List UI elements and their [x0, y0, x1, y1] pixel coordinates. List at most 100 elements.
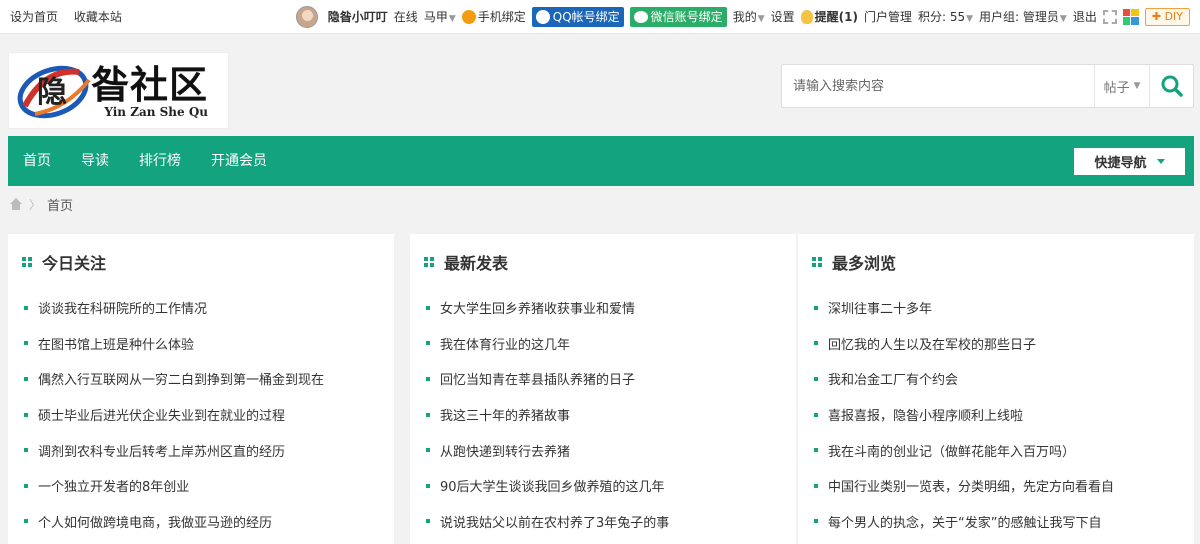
article-link[interactable]: 喜报喜报，隐昝小程序顺利上线啦 [828, 405, 1023, 424]
mine-menu[interactable]: 我的▼ [733, 8, 765, 25]
nav-item-guide[interactable]: 导读 [66, 136, 124, 186]
search-button[interactable] [1149, 65, 1193, 107]
logout-link[interactable]: 退出 [1073, 8, 1097, 25]
site-logo[interactable]: 隐 昝社区 Yin Zan She Qu [8, 52, 229, 129]
points-label: 积分: 55 [917, 10, 966, 24]
panel-most-viewed: 最多浏览 深圳往事二十多年 回忆我的人生以及在军校的那些日子 我和冶金工厂有个约… [798, 234, 1194, 544]
list-item[interactable]: 回忆我的人生以及在军校的那些日子 [814, 326, 1194, 362]
logo-en: Yin Zan She Qu [104, 104, 209, 119]
breadcrumb-current[interactable]: 首页 [47, 195, 73, 214]
search-scope-select[interactable]: 帖子 ▼ [1094, 65, 1149, 107]
wechat-bind-button[interactable]: 微信账号绑定 [629, 6, 727, 27]
set-homepage-link[interactable]: 设为首页 [10, 10, 58, 24]
nav-item-ranking[interactable]: 排行榜 [124, 136, 196, 186]
chevron-down-icon: ▼ [448, 14, 456, 24]
panel-today-focus: 今日关注 谈谈我在科研院所的工作情况 在图书馆上班是种什么体验 偶然入行互联网从… [8, 234, 394, 544]
list-item[interactable]: 偶然入行互联网从一穷二白到挣到第一桶金到现在 [24, 361, 394, 397]
list-item[interactable]: 硕士毕业后进光伏企业失业到在就业的过程 [24, 397, 394, 433]
panel-header: 今日关注 [8, 234, 394, 290]
article-link[interactable]: 我在斗南的创业记（做鲜花能年入百万吗） [828, 441, 1075, 460]
article-link[interactable]: 调剂到农科专业后转考上岸苏州区直的经历 [38, 441, 285, 460]
home-icon[interactable] [9, 198, 23, 210]
article-link[interactable]: 我和冶金工厂有个约会 [828, 369, 958, 388]
majia-label: 马甲 [423, 10, 448, 24]
list-item[interactable]: 我和冶金工厂有个约会 [814, 361, 1194, 397]
list-item[interactable]: 调剂到农科专业后转考上岸苏州区直的经历 [24, 432, 394, 468]
list-item[interactable]: 我在斗南的创业记（做鲜花能年入百万吗） [814, 432, 1194, 468]
phone-icon [461, 10, 476, 24]
fullscreen-icon[interactable] [1102, 9, 1117, 24]
usergroup-label: 用户组: 管理员 [979, 10, 1059, 24]
article-link[interactable]: 个人如何做跨境电商，我做亚马逊的经历 [38, 512, 272, 531]
portal-admin-link[interactable]: 门户管理 [864, 8, 912, 25]
article-link[interactable]: 我在体育行业的这几年 [440, 334, 570, 353]
article-link[interactable]: 从跑快递到转行去养猪 [440, 441, 570, 460]
article-link[interactable]: 90后大学生谈谈我回乡做养殖的这几年 [440, 476, 665, 495]
online-status[interactable]: 在线 [394, 8, 418, 25]
remind-link[interactable]: 提醒(1) [800, 8, 858, 25]
panel-title: 今日关注 [42, 254, 107, 273]
article-link[interactable]: 说说我姑父以前在农村养了3年兔子的事 [440, 512, 669, 531]
search-input[interactable] [782, 65, 1094, 107]
diy-label: DIY [1164, 9, 1183, 23]
theme-color-icon[interactable] [1122, 8, 1139, 25]
list-item[interactable]: 女大学生回乡养猪收获事业和爱情 [426, 290, 796, 326]
list-item[interactable]: 我在体育行业的这几年 [426, 326, 796, 362]
list-item[interactable]: 喜报喜报，隐昝小程序顺利上线啦 [814, 397, 1194, 433]
list-item[interactable]: 谈谈我在科研院所的工作情况 [24, 290, 394, 326]
bookmark-link[interactable]: 收藏本站 [74, 10, 122, 24]
list-item[interactable]: 个人如何做跨境电商，我做亚马逊的经历 [24, 504, 394, 540]
article-link[interactable]: 回忆当知青在莘县插队养猪的日子 [440, 369, 635, 388]
article-link[interactable]: 深圳往事二十多年 [828, 298, 932, 317]
article-link[interactable]: 硕士毕业后进光伏企业失业到在就业的过程 [38, 405, 285, 424]
list-item[interactable]: 每个男人的执念，关于“发家”的感触让我写下自 [814, 504, 1194, 540]
article-link[interactable]: 谈谈我在科研院所的工作情况 [38, 298, 207, 317]
diy-button[interactable]: ✚ DIY [1144, 7, 1190, 26]
mine-label: 我的 [732, 10, 757, 24]
article-link[interactable]: 一个独立开发者的8年创业 [38, 476, 189, 495]
list-item[interactable]: 我这三十年的养猪故事 [426, 397, 796, 433]
points-menu[interactable]: 积分: 55▼ [918, 8, 973, 25]
search-icon [1161, 75, 1183, 97]
panel-latest-posts: 最新发表 女大学生回乡养猪收获事业和爱情 我在体育行业的这几年 回忆当知青在莘县… [410, 234, 796, 544]
article-link[interactable]: 在图书馆上班是种什么体验 [38, 334, 194, 353]
article-link[interactable]: 偶然入行互联网从一穷二白到挣到第一桶金到现在 [38, 369, 324, 388]
article-list: 谈谈我在科研院所的工作情况 在图书馆上班是种什么体验 偶然入行互联网从一穷二白到… [8, 290, 394, 539]
chevron-down-icon: ▼ [1130, 81, 1141, 91]
list-item[interactable]: 深圳往事二十多年 [814, 290, 1194, 326]
quick-nav-button[interactable]: 快捷导航 [1074, 147, 1185, 175]
list-item[interactable]: 回忆当知青在莘县插队养猪的日子 [426, 361, 796, 397]
list-item[interactable]: 说说我姑父以前在农村养了3年兔子的事 [426, 504, 796, 540]
article-link[interactable]: 回忆我的人生以及在军校的那些日子 [828, 334, 1036, 353]
quick-nav-label: 快捷导航 [1094, 155, 1147, 171]
nav-item-membership[interactable]: 开通会员 [196, 136, 282, 186]
article-link[interactable]: 中国行业类别一览表，分类明细，先定方向看看自 [828, 476, 1114, 495]
bulb-icon [800, 10, 813, 24]
list-item[interactable]: 90后大学生谈谈我回乡做养殖的这几年 [426, 468, 796, 504]
wechat-bind-label: 微信账号绑定 [650, 10, 723, 24]
list-item[interactable]: 从跑快递到转行去养猪 [426, 432, 796, 468]
breadcrumb-separator: 〉 [29, 197, 42, 212]
list-item[interactable]: 中国行业类别一览表，分类明细，先定方向看看自 [814, 468, 1194, 504]
majia-menu[interactable]: 马甲▼ [424, 8, 456, 25]
usergroup-menu[interactable]: 用户组: 管理员▼ [979, 8, 1067, 25]
article-list: 女大学生回乡养猪收获事业和爱情 我在体育行业的这几年 回忆当知青在莘县插队养猪的… [410, 290, 796, 539]
logo-cn: 昝社区 [91, 61, 209, 107]
content-columns: 今日关注 谈谈我在科研院所的工作情况 在图书馆上班是种什么体验 偶然入行互联网从… [8, 234, 1194, 544]
panel-header: 最多浏览 [798, 234, 1194, 290]
settings-link[interactable]: 设置 [771, 8, 795, 25]
phone-bind-link[interactable]: 手机绑定 [461, 8, 526, 25]
nav-item-home[interactable]: 首页 [8, 136, 66, 186]
top-left-links: 设为首页 收藏本站 [10, 8, 134, 25]
list-item[interactable]: 在图书馆上班是种什么体验 [24, 326, 394, 362]
breadcrumb: 〉 首页 [0, 186, 1200, 222]
article-link[interactable]: 女大学生回乡养猪收获事业和爱情 [440, 298, 635, 317]
avatar[interactable] [295, 5, 318, 28]
qq-bind-button[interactable]: QQ帐号绑定 [531, 6, 624, 27]
article-link[interactable]: 每个男人的执念，关于“发家”的感触让我写下自 [828, 512, 1101, 531]
article-list: 深圳往事二十多年 回忆我的人生以及在军校的那些日子 我和冶金工厂有个约会 喜报喜… [798, 290, 1194, 539]
search-scope-label: 帖子 [1103, 80, 1130, 96]
article-link[interactable]: 我这三十年的养猪故事 [440, 405, 570, 424]
list-item[interactable]: 一个独立开发者的8年创业 [24, 468, 394, 504]
username[interactable]: 隐昝小叮叮 [328, 8, 388, 25]
